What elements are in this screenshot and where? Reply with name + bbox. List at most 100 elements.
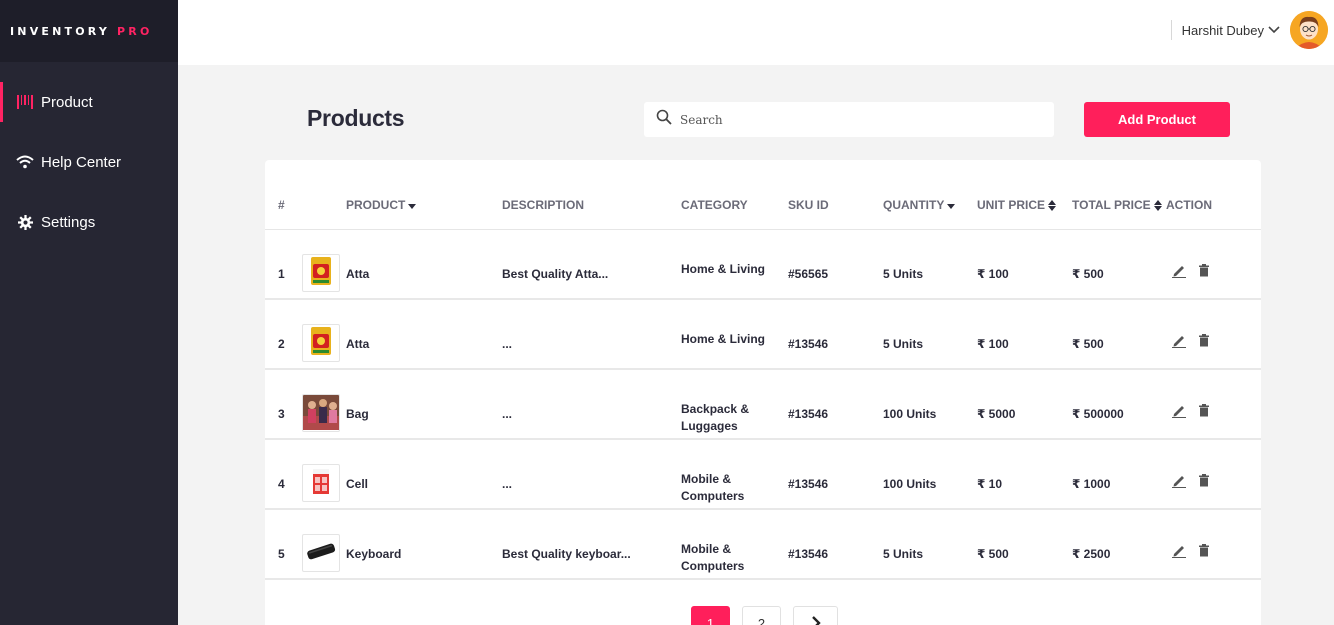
product-total-price: ₹ 500 — [1072, 267, 1104, 281]
products-table: # PRODUCT DESCRIPTION CATEGORY SKU ID QU… — [265, 160, 1261, 625]
product-thumbnail[interactable] — [302, 254, 340, 292]
product-total-price: ₹ 500000 — [1072, 407, 1124, 421]
edit-icon[interactable] — [1171, 474, 1187, 493]
sidebar-item-settings[interactable]: Settings — [0, 202, 178, 242]
product-unit-price: ₹ 100 — [977, 267, 1009, 281]
product-total-price: ₹ 1000 — [1072, 477, 1111, 491]
chevron-right-icon — [811, 616, 821, 625]
column-header-total-price[interactable]: TOTAL PRICE — [1072, 198, 1162, 212]
gear-icon — [15, 214, 35, 230]
wifi-icon — [15, 154, 35, 170]
barcode-icon — [15, 94, 35, 110]
table-row[interactable]: 4 Cell... Mobile & Computers #13546 100 Unit… — [265, 440, 1261, 510]
sort-down-icon[interactable] — [947, 203, 956, 209]
column-header-label: UNIT PRICE — [977, 198, 1046, 212]
delete-icon[interactable] — [1199, 474, 1209, 492]
row-number: 4 — [278, 477, 285, 491]
column-header-label: TOTAL PRICE — [1072, 198, 1151, 212]
product-category: Backpack & Luggages — [681, 402, 750, 433]
product-name: Atta — [346, 267, 370, 281]
page-title: Products — [307, 105, 405, 131]
table-row[interactable]: 2 Atta... Home & Living #13546 5 Units ₹ 100 ₹… — [265, 300, 1261, 370]
product-quantity: 5 Units — [883, 337, 924, 351]
product-description: ... — [502, 337, 513, 351]
chevron-down-icon[interactable] — [1268, 26, 1280, 34]
product-sku: #13546 — [788, 477, 829, 491]
atta-bag-image — [309, 326, 333, 361]
page-button-2[interactable]: 2 — [742, 606, 781, 625]
column-header-quantity[interactable]: QUANTITY — [883, 198, 956, 212]
pagination: 1 2 — [691, 606, 850, 625]
product-description: ... — [502, 477, 513, 491]
edit-icon[interactable] — [1171, 404, 1187, 423]
product-name: Cell — [346, 477, 369, 491]
brand-logo[interactable]: INVENTORY PRO — [0, 0, 178, 62]
column-header-number: # — [278, 198, 285, 212]
product-thumbnail[interactable] — [302, 534, 340, 572]
product-name: Keyboard — [346, 547, 402, 561]
column-header-label: QUANTITY — [883, 198, 945, 212]
product-total-price: ₹ 500 — [1072, 337, 1104, 351]
sidebar-item-product[interactable]: Product — [0, 82, 178, 122]
page-button-1[interactable]: 1 — [691, 606, 730, 625]
sort-icon[interactable] — [1153, 199, 1162, 211]
next-page-button[interactable] — [793, 606, 838, 625]
row-number: 2 — [278, 337, 285, 351]
product-thumbnail[interactable] — [302, 324, 340, 362]
edit-icon[interactable] — [1171, 334, 1187, 353]
column-header-sku: SKU ID — [788, 198, 829, 212]
table-row[interactable]: 5 Keyboard Best Quality keyboar... Mobile &… — [265, 510, 1261, 580]
product-quantity: 100 Units — [883, 477, 937, 491]
sidebar: INVENTORY PRO Product Help Center Settin… — [0, 0, 178, 625]
brand-name: INVENTORY — [10, 24, 111, 38]
add-product-button[interactable]: Add Product — [1084, 102, 1230, 137]
product-thumbnail[interactable] — [302, 464, 340, 502]
group-photo-image — [303, 395, 339, 431]
column-header-unit-price[interactable]: UNIT PRICE — [977, 198, 1057, 212]
user-menu[interactable]: Harshit Dubey — [1170, 10, 1328, 50]
product-category: Mobile & Computers — [681, 542, 745, 573]
search-bar[interactable] — [644, 102, 1054, 137]
keyboard-image — [305, 541, 337, 566]
delete-icon[interactable] — [1199, 264, 1209, 282]
delete-icon[interactable] — [1199, 334, 1209, 352]
product-unit-price: ₹ 500 — [977, 547, 1009, 561]
table-header: # PRODUCT DESCRIPTION CATEGORY SKU ID QU… — [265, 160, 1261, 230]
divider — [1170, 20, 1172, 40]
column-header-product[interactable]: PRODUCT — [346, 198, 417, 212]
product-description: Best Quality Atta... — [502, 267, 609, 281]
column-header-category: CATEGORY — [681, 198, 748, 212]
delete-icon[interactable] — [1199, 404, 1209, 422]
edit-icon[interactable] — [1171, 264, 1187, 283]
product-description: ... — [502, 407, 513, 421]
product-thumbnail[interactable] — [302, 394, 340, 432]
atta-bag-image — [309, 256, 333, 291]
product-category: Home & Living — [681, 262, 766, 276]
delete-icon[interactable] — [1199, 544, 1209, 562]
edit-icon[interactable] — [1171, 544, 1187, 563]
product-name: Bag — [346, 407, 369, 421]
sidebar-item-label: Settings — [41, 213, 96, 231]
table-row[interactable]: 1 Atta Best Quality Atta... Home & Living #5… — [265, 230, 1261, 300]
table-row[interactable]: 3 Bag... Backpack & Luggages #13546 100 Unit… — [265, 370, 1261, 440]
row-number: 5 — [278, 547, 285, 561]
avatar[interactable] — [1290, 11, 1328, 49]
product-unit-price: ₹ 100 — [977, 337, 1009, 351]
column-header-label: PRODUCT — [346, 198, 406, 212]
row-number: 1 — [278, 267, 285, 281]
product-name: Atta — [346, 337, 370, 351]
sort-icon[interactable] — [1048, 199, 1057, 211]
product-sku: #13546 — [788, 407, 829, 421]
product-category: Home & Living — [681, 332, 766, 346]
product-description: Best Quality keyboar... — [502, 547, 631, 561]
product-sku: #13546 — [788, 337, 829, 351]
sidebar-item-label: Help Center — [41, 153, 122, 171]
sidebar-nav: Product Help Center Settings — [0, 82, 178, 242]
user-name[interactable]: Harshit Dubey — [1182, 23, 1264, 38]
sort-down-icon[interactable] — [408, 203, 417, 209]
sidebar-item-help-center[interactable]: Help Center — [0, 142, 178, 182]
search-input[interactable] — [680, 112, 1040, 127]
battery-pack-image — [310, 466, 332, 501]
column-header-action: ACTION — [1166, 198, 1212, 212]
product-sku: #13546 — [788, 547, 829, 561]
